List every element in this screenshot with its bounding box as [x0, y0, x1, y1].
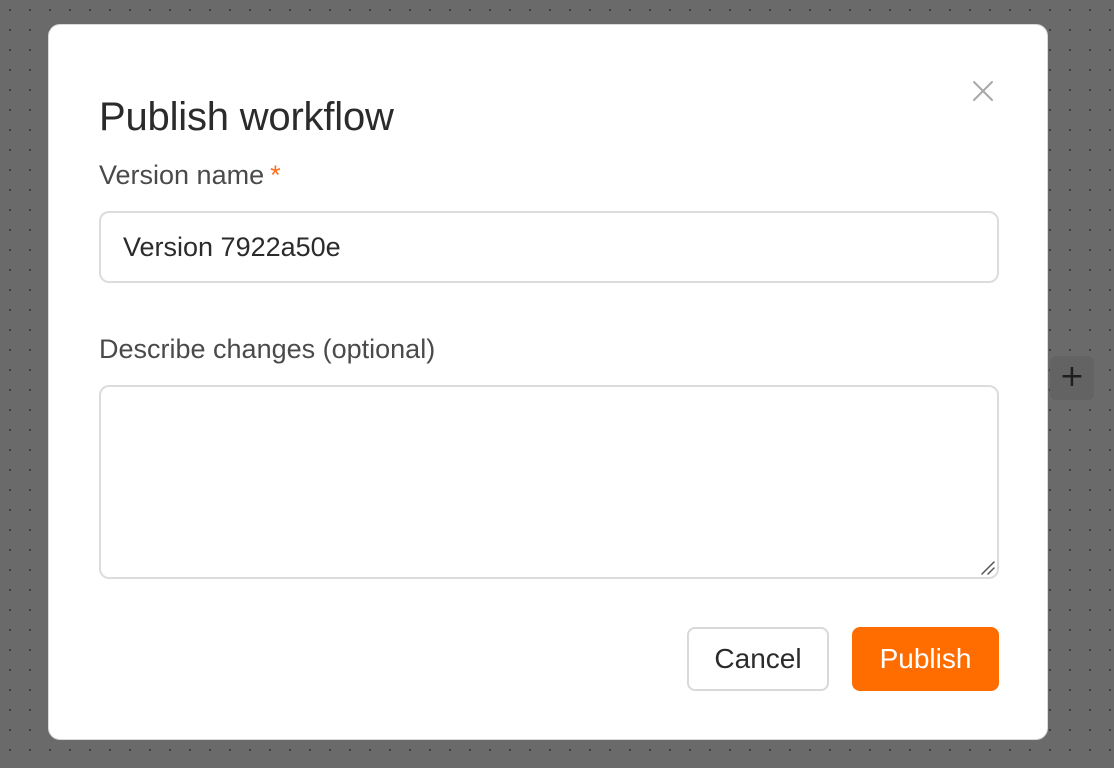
- cancel-button[interactable]: Cancel: [687, 627, 829, 691]
- plus-icon: +: [1059, 359, 1085, 394]
- dialog-title: Publish workflow: [99, 95, 394, 139]
- describe-changes-textarea[interactable]: [99, 385, 999, 579]
- close-button[interactable]: [971, 79, 995, 103]
- publish-button[interactable]: Publish: [852, 627, 999, 691]
- add-node-button[interactable]: +: [1050, 356, 1094, 400]
- version-name-label: Version name *: [99, 162, 281, 189]
- resize-grip-icon: [981, 561, 995, 575]
- describe-changes-label: Describe changes (optional): [99, 334, 436, 364]
- publish-workflow-dialog: Publish workflow Version name* Describe …: [48, 24, 1048, 740]
- required-marker: *: [270, 160, 281, 190]
- textarea-resize-handle[interactable]: [979, 559, 995, 575]
- close-icon: [973, 81, 993, 101]
- version-name-label-text: Version name: [99, 160, 265, 190]
- version-name-input[interactable]: [99, 211, 999, 283]
